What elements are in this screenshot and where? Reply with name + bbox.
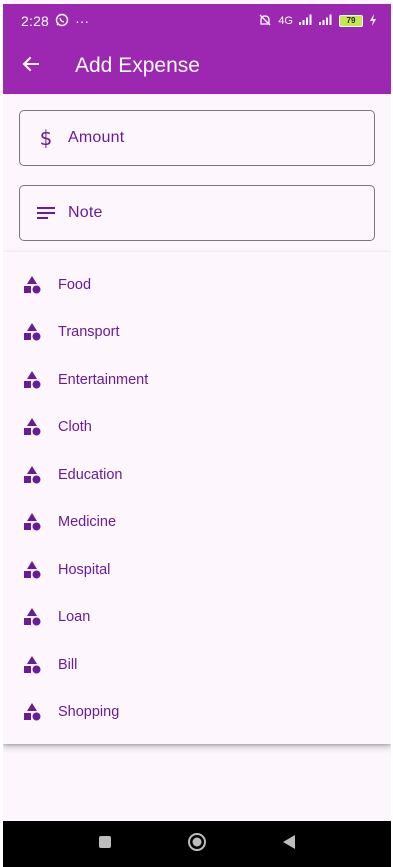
back-nav-button[interactable] (277, 832, 301, 856)
category-menu-item[interactable]: Medicine (3, 499, 391, 547)
category-shapes-icon (21, 654, 43, 676)
category-shapes-icon (21, 321, 43, 343)
status-bar: 2:28 ··· 4G 79 (3, 4, 391, 38)
category-menu-item-label: Medicine (58, 514, 117, 531)
status-time: 2:28 (21, 13, 50, 29)
home-circle-icon (187, 832, 207, 857)
amount-label: Amount (68, 129, 125, 146)
note-field[interactable]: Note (19, 185, 375, 241)
category-menu-item[interactable]: Bill (3, 641, 391, 689)
dollar-icon: $ (24, 127, 68, 149)
category-menu-item-label: Cloth (58, 419, 92, 436)
category-menu-item[interactable]: Transport (3, 309, 391, 357)
arrow-back-icon (21, 54, 41, 79)
network-type: 4G (278, 15, 293, 27)
back-button[interactable] (3, 38, 59, 94)
category-shapes-icon (21, 464, 43, 486)
battery-icon: 79 (339, 15, 363, 27)
amount-field[interactable]: $ Amount (19, 110, 375, 166)
page-title: Add Expense (75, 54, 200, 77)
whatsapp-icon (55, 13, 69, 30)
home-button[interactable] (185, 832, 209, 856)
note-label: Note (68, 204, 103, 221)
signal-icon-secondary (319, 14, 333, 28)
system-navigation-bar (3, 821, 391, 867)
category-shapes-icon (21, 701, 43, 723)
category-menu-item-label: Transport (58, 324, 120, 341)
app-screen: 2:28 ··· 4G 79 Add Expense $ Amount Note… (3, 0, 391, 867)
category-menu-item[interactable]: Shopping (3, 689, 391, 737)
notes-icon (24, 205, 68, 221)
status-more: ··· (75, 13, 90, 29)
category-menu-item-label: Shopping (58, 704, 120, 721)
recents-square-icon (98, 835, 112, 854)
category-menu-item-label: Entertainment (58, 371, 149, 388)
back-triangle-icon (282, 834, 296, 855)
category-menu-item-label: Hospital (58, 561, 111, 578)
charging-icon (369, 13, 377, 29)
app-bar: Add Expense (3, 38, 391, 94)
category-shapes-icon (21, 369, 43, 391)
category-menu-item-label: Loan (58, 609, 91, 626)
category-menu-item[interactable]: Entertainment (3, 356, 391, 404)
category-dropdown-menu: Food Transport Entertainment Cloth Education… (3, 252, 391, 744)
category-menu-item[interactable]: Food (3, 261, 391, 309)
svg-text:$: $ (40, 127, 53, 149)
category-menu-item[interactable]: Education (3, 451, 391, 499)
status-bar-left: 2:28 ··· (21, 13, 89, 30)
category-shapes-icon (21, 416, 43, 438)
category-menu-item-label: Bill (58, 656, 78, 673)
category-menu-item[interactable]: Cloth (3, 404, 391, 452)
category-shapes-icon (21, 274, 43, 296)
category-shapes-icon (21, 606, 43, 628)
signal-icon (299, 14, 313, 28)
alarm-off-icon (258, 13, 272, 30)
recents-button[interactable] (93, 832, 117, 856)
status-bar-right: 4G 79 (258, 13, 377, 30)
category-menu-item-label: Education (58, 466, 123, 483)
category-menu-item[interactable]: Hospital (3, 546, 391, 594)
category-menu-item-label: Food (58, 276, 92, 293)
category-shapes-icon (21, 511, 43, 533)
category-menu-item[interactable]: Loan (3, 594, 391, 642)
category-shapes-icon (21, 559, 43, 581)
